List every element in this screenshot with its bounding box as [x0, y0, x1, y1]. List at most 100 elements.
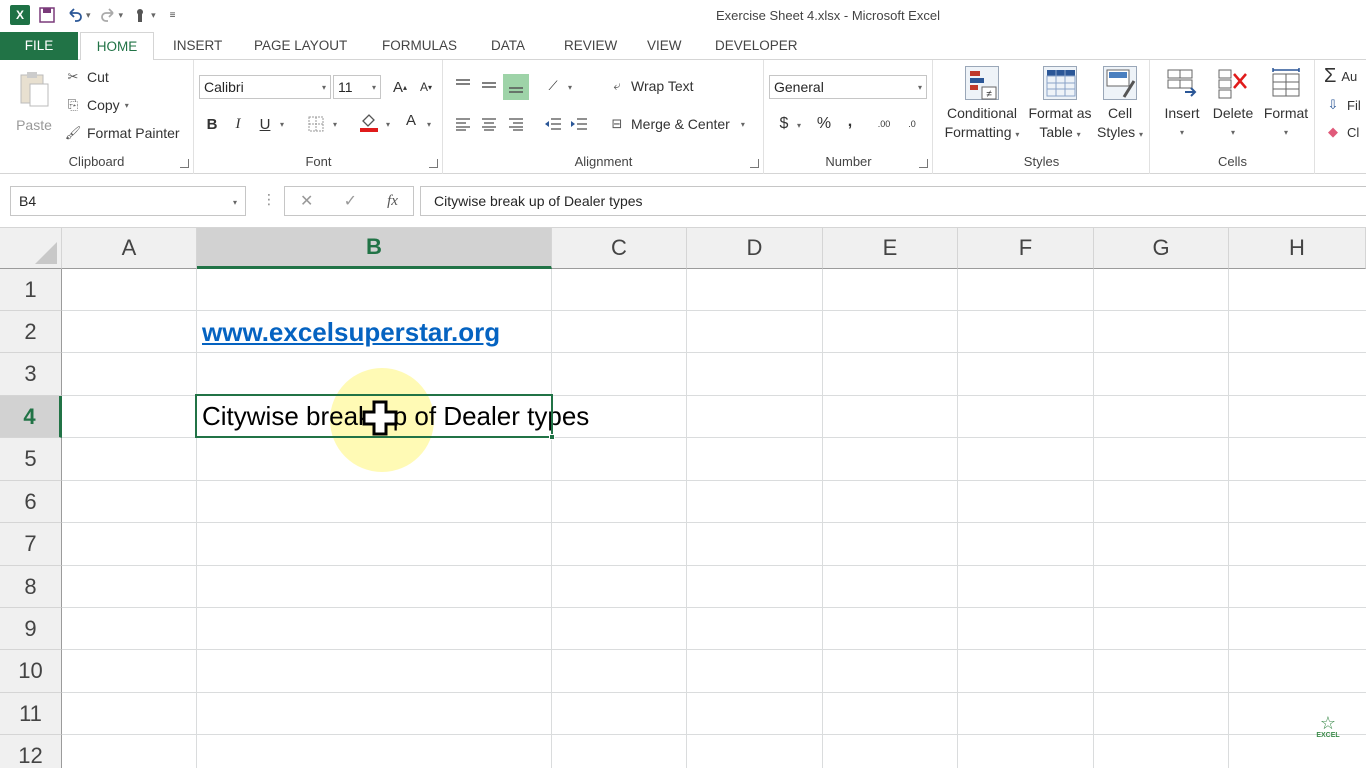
delete-label: Delete — [1212, 105, 1254, 121]
conditional-formatting-label-2: Formatting — [944, 124, 1012, 140]
align-center-icon[interactable] — [478, 113, 500, 135]
insert-cells-button[interactable]: Insert ▾ — [1157, 66, 1207, 142]
formula-input[interactable]: Citywise break up of Dealer types — [420, 186, 1366, 216]
row-header-2[interactable]: 2 — [0, 311, 62, 353]
underline-button[interactable]: U — [254, 113, 276, 135]
alignment-group: ⟋ ▾ ⤶ Wrap Text ⊟ Merge & Center ▾ Align… — [444, 60, 764, 174]
shrink-font-button[interactable]: A ▾ — [415, 76, 437, 98]
row-header-5[interactable]: 5 — [0, 438, 62, 481]
wrap-text-button[interactable]: ⤶ Wrap Text — [608, 77, 693, 95]
delete-cells-button[interactable]: Delete ▾ — [1207, 66, 1259, 142]
tab-formulas[interactable]: FORMULAS — [378, 32, 461, 60]
column-header-a[interactable]: A — [62, 228, 197, 269]
font-name-select[interactable]: Calibri ▾ — [199, 75, 331, 99]
orientation-icon[interactable]: ⟋ — [542, 75, 564, 97]
enter-icon[interactable]: ✓ — [344, 191, 357, 211]
tab-data[interactable]: DATA — [487, 32, 529, 60]
align-left-icon[interactable] — [452, 113, 474, 135]
row-header-12[interactable]: 12 — [0, 735, 62, 768]
underline-dropdown-icon[interactable]: ▾ — [280, 120, 284, 129]
paste-icon — [18, 70, 50, 108]
row-header-8[interactable]: 8 — [0, 566, 62, 608]
copy-button[interactable]: ⎘ Copy ▾ — [64, 96, 129, 114]
align-right-icon[interactable] — [505, 113, 527, 135]
orientation-dropdown-icon[interactable]: ▾ — [568, 83, 572, 92]
row-header-11[interactable]: 11 — [0, 693, 62, 735]
alignment-launcher-icon[interactable] — [750, 159, 759, 168]
column-header-f[interactable]: F — [958, 228, 1094, 269]
percent-button[interactable]: % — [813, 113, 835, 135]
borders-button[interactable] — [305, 113, 327, 135]
conditional-formatting-button[interactable]: ≠ Conditional Formatting ▾ — [940, 66, 1024, 144]
tab-insert[interactable]: INSERT — [169, 32, 226, 60]
cell-b2-hyperlink[interactable]: www.excelsuperstar.org — [202, 317, 500, 348]
font-color-button[interactable]: A — [400, 111, 422, 133]
accounting-dropdown-icon[interactable]: ▾ — [797, 121, 801, 130]
tab-file[interactable]: FILE — [0, 32, 78, 60]
decrease-decimal-button[interactable]: .0 — [901, 113, 923, 135]
increase-decimal-button[interactable]: .00 — [873, 113, 895, 135]
row-header-6[interactable]: 6 — [0, 481, 62, 523]
font-color-dropdown-icon[interactable]: ▾ — [427, 120, 431, 129]
column-header-h[interactable]: H — [1229, 228, 1366, 269]
format-cells-icon — [1269, 66, 1303, 100]
format-as-table-icon — [1043, 66, 1077, 100]
name-box[interactable]: B4 ▾ — [10, 186, 246, 216]
row-header-7[interactable]: 7 — [0, 523, 62, 566]
tab-view[interactable]: VIEW — [643, 32, 686, 60]
bottom-align-icon[interactable] — [503, 74, 529, 100]
merge-center-button[interactable]: ⊟ Merge & Center ▾ — [608, 115, 745, 133]
top-align-icon[interactable] — [452, 74, 474, 96]
format-as-table-button[interactable]: Format as Table ▾ — [1026, 66, 1094, 144]
row-header-4[interactable]: 4 — [0, 396, 62, 438]
tab-developer[interactable]: DEVELOPER — [711, 32, 802, 60]
row-header-9[interactable]: 9 — [0, 608, 62, 650]
paste-button[interactable]: Paste — [10, 66, 58, 135]
tab-home[interactable]: HOME — [80, 32, 154, 61]
increase-indent-icon[interactable] — [568, 113, 590, 135]
tab-review[interactable]: REVIEW — [560, 32, 621, 60]
column-header-e[interactable]: E — [823, 228, 958, 269]
column-header-c[interactable]: C — [552, 228, 687, 269]
name-box-dropdown-icon[interactable]: ▾ — [233, 198, 237, 207]
formula-bar-splitter[interactable]: ⋮ — [262, 191, 276, 208]
row-header-3[interactable]: 3 — [0, 353, 62, 396]
clipboard-launcher-icon[interactable] — [180, 159, 189, 168]
format-cells-button[interactable]: Format ▾ — [1259, 66, 1313, 142]
column-header-d[interactable]: D — [687, 228, 823, 269]
middle-align-icon[interactable] — [478, 74, 500, 96]
row-header-10[interactable]: 10 — [0, 650, 62, 693]
autosum-button[interactable]: Σ Au — [1324, 66, 1358, 86]
font-size-select[interactable]: 11 ▾ — [333, 75, 381, 99]
cancel-icon[interactable]: ✕ — [300, 191, 313, 211]
comma-style-button[interactable]: , — [839, 111, 861, 133]
copy-dropdown-icon[interactable]: ▾ — [125, 101, 129, 110]
bold-button[interactable]: B — [201, 113, 223, 135]
number-format-select[interactable]: General ▾ — [769, 75, 927, 99]
clear-button[interactable]: ◆ Cl — [1324, 123, 1359, 141]
fill-button[interactable]: ⇩ Fil — [1324, 96, 1361, 114]
fill-color-button[interactable] — [358, 111, 380, 133]
italic-button[interactable]: I — [227, 113, 249, 135]
fill-handle[interactable] — [549, 434, 555, 440]
cell-styles-button[interactable]: Cell Styles ▾ — [1096, 66, 1144, 144]
insert-function-button[interactable]: fx — [387, 193, 398, 210]
decrease-indent-icon[interactable] — [542, 113, 564, 135]
fill-color-dropdown-icon[interactable]: ▾ — [386, 120, 390, 129]
gridline — [62, 480, 1366, 481]
cut-button[interactable]: ✂ Cut — [64, 68, 109, 86]
column-header-g[interactable]: G — [1094, 228, 1229, 269]
tab-page-layout[interactable]: PAGE LAYOUT — [250, 32, 351, 60]
number-launcher-icon[interactable] — [919, 159, 928, 168]
autosum-label: Au — [1341, 68, 1358, 84]
accounting-format-button[interactable]: $ — [773, 113, 795, 135]
grow-font-button[interactable]: A ▴ — [389, 76, 411, 98]
merge-dropdown-icon[interactable]: ▾ — [741, 120, 745, 129]
gridline — [62, 565, 1366, 566]
column-header-b[interactable]: B — [197, 228, 552, 269]
format-painter-button[interactable]: 🖌 Format Painter — [64, 124, 180, 142]
select-all-button[interactable] — [0, 228, 62, 269]
borders-dropdown-icon[interactable]: ▾ — [333, 120, 337, 129]
row-header-1[interactable]: 1 — [0, 269, 62, 311]
font-launcher-icon[interactable] — [429, 159, 438, 168]
